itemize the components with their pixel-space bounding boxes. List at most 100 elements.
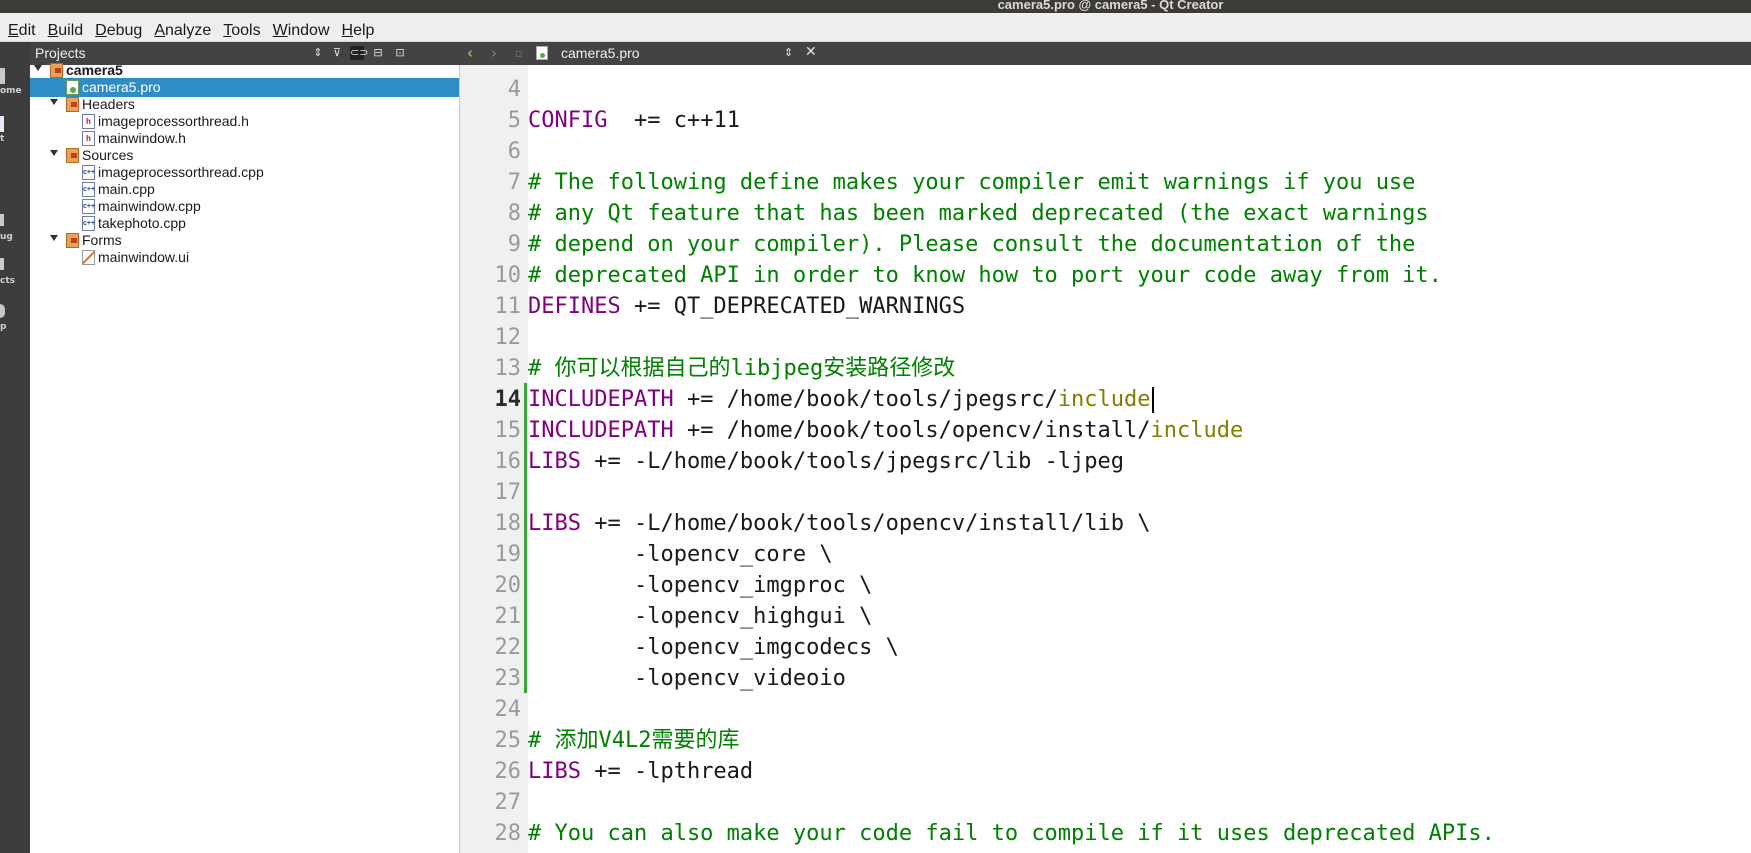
- file-dropdown-arrows-icon[interactable]: ⇕: [784, 46, 793, 59]
- line-number: 28: [494, 821, 522, 846]
- code-line[interactable]: -lopencv_videoio: [528, 663, 1751, 694]
- code-text: += QT_DEPRECATED_WARNINGS: [620, 294, 966, 319]
- menu-item-3[interactable]: Analyze: [146, 22, 215, 41]
- pro-file-icon: [66, 80, 79, 95]
- code-line[interactable]: [528, 74, 1751, 105]
- line-number: 24: [494, 697, 522, 722]
- line-number: 18: [494, 511, 522, 536]
- code-line[interactable]: # any Qt feature that has been marked de…: [528, 198, 1751, 229]
- line-number: 25: [494, 728, 522, 753]
- split-icon[interactable]: ⊟: [371, 46, 385, 60]
- code-line[interactable]: -lopencv_core \: [528, 539, 1751, 570]
- link-editor-icon[interactable]: ⊂⊃: [350, 46, 368, 60]
- menu-item-6[interactable]: Help: [334, 22, 379, 41]
- code-text: += -L/home/book/tools/opencv/install/lib…: [580, 511, 1151, 536]
- code-line[interactable]: [528, 136, 1751, 167]
- code-line[interactable]: # 添加V4L2需要的库: [528, 725, 1751, 756]
- code-line[interactable]: LIBS += -L/home/book/tools/jpegsrc/lib -…: [528, 446, 1751, 477]
- code-text: -lopencv_highgui \: [528, 604, 873, 629]
- tree-item-label: Forms: [82, 232, 122, 248]
- folder-icon: [66, 97, 79, 112]
- code-line[interactable]: # depend on your compiler). Please consu…: [528, 229, 1751, 260]
- window-titlebar: camera5.pro @ camera5 - Qt Creator: [0, 0, 1751, 13]
- tree-item-label: Headers: [82, 96, 135, 112]
- menu-item-2[interactable]: Debug: [87, 22, 146, 41]
- code-line[interactable]: [528, 787, 1751, 818]
- code-comment: # depend on your compiler). Please consu…: [528, 232, 1416, 257]
- line-number: 23: [494, 666, 522, 691]
- forward-arrow-icon[interactable]: ›: [491, 44, 497, 62]
- line-number: 5: [507, 108, 521, 133]
- menu-item-5[interactable]: Window: [265, 22, 334, 41]
- line-number: 14: [494, 387, 522, 412]
- debug-icon: [0, 214, 4, 226]
- code-line[interactable]: INCLUDEPATH += /home/book/tools/opencv/i…: [528, 415, 1751, 446]
- code-line[interactable]: -lopencv_highgui \: [528, 601, 1751, 632]
- tree-item[interactable]: mainwindow.ui: [30, 248, 459, 267]
- folder-emblem: [55, 68, 61, 73]
- lock-icon: ▫: [515, 47, 523, 60]
- line-number: 17: [494, 480, 522, 505]
- code-line[interactable]: DEFINES += QT_DEPRECATED_WARNINGS: [528, 291, 1751, 322]
- code-line[interactable]: # 你可以根据自己的libjpeg安装路径修改: [528, 353, 1751, 384]
- cpp-file-icon: c++: [82, 165, 95, 180]
- code-comment: # deprecated API in order to know how to…: [528, 263, 1442, 288]
- close-document-icon[interactable]: ✕: [805, 44, 817, 60]
- code-line[interactable]: # deprecated API in order to know how to…: [528, 260, 1751, 291]
- projects-icon: [0, 258, 4, 270]
- expand-arrow-icon[interactable]: [50, 235, 58, 241]
- menu-label: uild: [58, 22, 84, 39]
- code-text: += -lpthread: [580, 759, 754, 784]
- filter-icon[interactable]: ⊽: [330, 46, 344, 60]
- code-keyword: INCLUDEPATH: [528, 387, 674, 412]
- code-line[interactable]: LIBS += -lpthread: [528, 756, 1751, 787]
- code-line[interactable]: [528, 477, 1751, 508]
- code-line[interactable]: [528, 322, 1751, 353]
- projects-title[interactable]: Projects: [35, 45, 86, 61]
- header-file-icon: h: [82, 114, 95, 129]
- menu-item-4[interactable]: Tools: [215, 22, 264, 41]
- line-number: 6: [507, 139, 521, 164]
- expand-arrow-icon[interactable]: [50, 99, 58, 105]
- open-file-name[interactable]: camera5.pro: [561, 45, 640, 61]
- code-text: += /home/book/tools/opencv/install/: [673, 418, 1151, 443]
- tree-item-label: takephoto.cpp: [98, 215, 186, 231]
- menu-label: elp: [353, 22, 375, 39]
- expand-arrow-icon[interactable]: [50, 150, 58, 156]
- folder-emblem: [71, 238, 77, 243]
- code-line[interactable]: -lopencv_imgcodecs \: [528, 632, 1751, 663]
- line-number: 13: [494, 356, 522, 381]
- tree-item-label: camera5.pro: [82, 79, 161, 95]
- code-line[interactable]: # You can also make your code fail to co…: [528, 818, 1751, 849]
- code-line[interactable]: CONFIG += c++11: [528, 105, 1751, 136]
- menu-label: dit: [18, 22, 36, 39]
- code-comment: # 添加V4L2需要的库: [528, 728, 740, 753]
- view-selector-arrows-icon[interactable]: ⇕: [311, 46, 325, 60]
- menu-label: ebug: [106, 22, 143, 39]
- tree-item-label: mainwindow.cpp: [98, 198, 201, 214]
- tree-item-label: imageprocessorthread.h: [98, 113, 249, 129]
- code-line[interactable]: INCLUDEPATH += /home/book/tools/jpegsrc/…: [528, 384, 1751, 415]
- mode-help-label: p: [0, 322, 7, 332]
- code-editor[interactable]: 4 5 6 7 8 9 10 11 12 13 14 15 16 17 18 19 20 21 22 23 24 25 26…: [460, 65, 1751, 853]
- expand-arrow-icon[interactable]: [34, 65, 42, 71]
- code-text: += -L/home/book/tools/jpegsrc/lib -ljpeg: [580, 449, 1125, 474]
- code-line[interactable]: -lopencv_imgproc \: [528, 570, 1751, 601]
- code-line[interactable]: LIBS += -L/home/book/tools/opencv/instal…: [528, 508, 1751, 539]
- menu-mnemonic: W: [272, 22, 288, 39]
- menu-mnemonic: D: [95, 22, 107, 39]
- code-line[interactable]: [528, 694, 1751, 725]
- line-number: 10: [494, 263, 522, 288]
- mode-welcome-label: ome: [0, 86, 22, 96]
- mode-bar: ome t ug cts p: [0, 42, 30, 853]
- back-arrow-icon[interactable]: ‹: [467, 44, 473, 62]
- close-pane-icon[interactable]: ⊡: [393, 46, 407, 60]
- header-file-icon: h: [82, 131, 95, 146]
- code-comment: # any Qt feature that has been marked de…: [528, 201, 1429, 226]
- tree-item-label: mainwindow.ui: [98, 249, 190, 265]
- code-line[interactable]: # The following define makes your compil…: [528, 167, 1751, 198]
- menu-item-0[interactable]: Edit: [0, 22, 40, 41]
- menu-item-1[interactable]: Build: [40, 22, 88, 41]
- code-comment: # You can also make your code fail to co…: [528, 821, 1495, 846]
- line-number: 19: [494, 542, 522, 567]
